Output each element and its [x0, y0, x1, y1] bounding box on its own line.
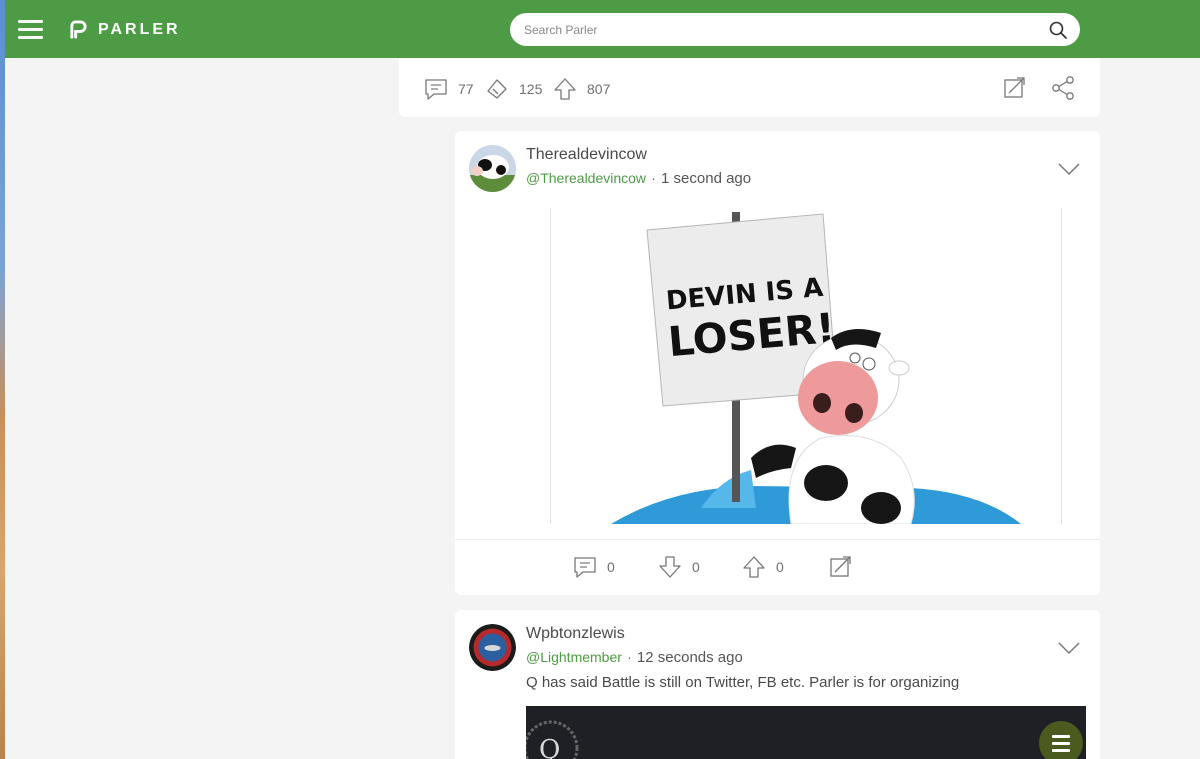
- upvote-icon: [554, 78, 576, 100]
- display-name[interactable]: Wpbtonzlewis: [526, 625, 625, 643]
- search-input[interactable]: [524, 21, 1024, 39]
- post-time: 12 seconds ago: [636, 649, 743, 666]
- post-card: Wpbtonzlewis @Lightmember · 12 seconds ago…: [455, 610, 1100, 759]
- divider: [455, 539, 1100, 540]
- comment-icon: [574, 557, 596, 578]
- upvote-count: 0: [776, 559, 784, 575]
- post-image[interactable]: Q: [526, 706, 1086, 759]
- user-handle[interactable]: @Therealdevincow: [526, 170, 646, 186]
- search-bar: [510, 13, 1080, 46]
- app-name: PARLER: [98, 20, 181, 38]
- echo-count: 125: [519, 81, 543, 97]
- q-emblem-image: Q: [526, 720, 579, 759]
- post-meta: @Therealdevincow · 1 second ago: [526, 170, 752, 187]
- emblem-avatar-image: [469, 624, 516, 671]
- comment-icon: [425, 79, 447, 100]
- downvote-count: 0: [692, 559, 700, 575]
- downvote-icon: [659, 556, 681, 578]
- cow-holding-sign-image: DEVIN IS A LOSER!: [611, 212, 1021, 524]
- menu-icon[interactable]: [18, 20, 43, 39]
- top-navigation-bar: PARLER: [5, 0, 1200, 58]
- upvote-button[interactable]: 0: [741, 554, 784, 580]
- comment-button[interactable]: 0: [572, 554, 615, 580]
- svg-text:Q: Q: [539, 735, 560, 759]
- post-card: Therealdevincow @Therealdevincow · 1 secon…: [455, 131, 1100, 595]
- upvote-count: 807: [587, 81, 611, 97]
- search-icon[interactable]: [1048, 20, 1068, 40]
- comment-button[interactable]: 77: [423, 76, 474, 102]
- post-image[interactable]: DEVIN IS A LOSER!: [550, 208, 1062, 524]
- post-time: 1 second ago: [661, 170, 752, 187]
- echo-icon: [487, 79, 507, 99]
- floating-menu-button[interactable]: [1039, 721, 1083, 759]
- post-meta: @Lightmember · 12 seconds ago: [526, 649, 743, 666]
- chevron-down-icon[interactable]: [1058, 162, 1080, 176]
- expand-icon[interactable]: [1001, 75, 1027, 101]
- expand-icon[interactable]: [827, 554, 853, 580]
- previous-post-actions: 77 125 807: [399, 58, 1100, 117]
- echo-button[interactable]: 125: [484, 76, 542, 102]
- desktop-background-edge: [0, 0, 5, 759]
- upvote-button[interactable]: 807: [552, 76, 610, 102]
- user-handle[interactable]: @Lightmember: [526, 649, 622, 665]
- avatar[interactable]: [469, 145, 516, 192]
- downvote-button[interactable]: 0: [657, 554, 700, 580]
- cow-avatar-image: [469, 145, 516, 192]
- upvote-icon: [743, 556, 765, 578]
- comment-count: 0: [607, 559, 615, 575]
- display-name[interactable]: Therealdevincow: [526, 146, 647, 164]
- chevron-down-icon[interactable]: [1058, 641, 1080, 655]
- avatar[interactable]: [469, 624, 516, 671]
- comment-count: 77: [458, 81, 474, 97]
- parler-logo-icon: [70, 20, 87, 39]
- post-text: Q has said Battle is still on Twitter, F…: [526, 674, 960, 691]
- share-icon[interactable]: [1050, 75, 1076, 101]
- parler-logo[interactable]: PARLER: [69, 20, 181, 39]
